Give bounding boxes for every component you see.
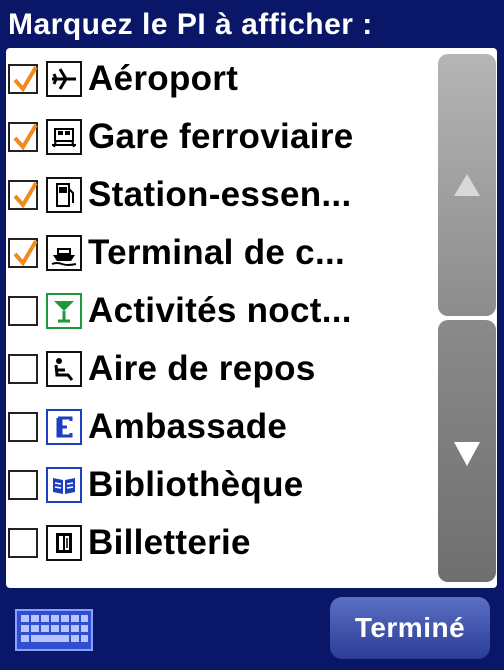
item-label: Bibliothèque [88,465,304,504]
open-book-icon [46,467,82,503]
checkbox[interactable] [8,470,38,500]
item-label: Aire de repos [88,349,316,388]
checkmark-icon [13,123,38,151]
done-button[interactable]: Terminé [330,597,490,659]
arrow-up-icon [454,174,480,196]
list-item-aeroport[interactable]: Aéroport [6,50,434,108]
list-item-terminal[interactable]: Terminal de c... [6,224,434,282]
list-item-station-essence[interactable]: Station-essen... [6,166,434,224]
list-item-aire-de-repos[interactable]: Aire de repos [6,340,434,398]
page-title: Marquez le PI à afficher : [8,8,373,41]
checkbox[interactable] [8,528,38,558]
list-item-bibliotheque[interactable]: Bibliothèque [6,456,434,514]
list-item-activites-nocturnes[interactable]: Activités noct... [6,282,434,340]
scroll-down-button[interactable] [438,320,496,582]
reclining-person-icon [46,351,82,387]
embassy-e-icon [46,409,82,445]
item-label: Ambassade [88,407,288,446]
item-label: Terminal de c... [88,233,346,272]
checkbox[interactable] [8,354,38,384]
checkmark-icon [13,181,38,209]
train-icon [46,119,82,155]
item-label: Activités noct... [88,291,352,330]
fuel-pump-icon [46,177,82,213]
list-item-billetterie[interactable]: Billetterie [6,514,434,572]
item-label: Billetterie [88,523,251,562]
scroll-up-button[interactable] [438,54,496,316]
keyboard-icon [15,609,93,651]
checkmark-icon [13,239,38,267]
list-item-ambassade[interactable]: Ambassade [6,398,434,456]
checkbox[interactable] [8,180,38,210]
poi-list-panel: Aéroport Gare ferroviaire Station-essen.… [6,48,497,588]
item-label: Aéroport [88,59,239,98]
cocktail-glass-icon [46,293,82,329]
checkbox[interactable] [8,64,38,94]
poi-selection-screen: Marquez le PI à afficher : Aéroport Gare… [0,0,504,670]
checkbox[interactable] [8,122,38,152]
list-item-gare-ferroviaire[interactable]: Gare ferroviaire [6,108,434,166]
checkmark-icon [13,65,38,93]
item-label: Gare ferroviaire [88,117,354,156]
item-label: Station-essen... [88,175,352,214]
ferry-icon [46,235,82,271]
checkbox[interactable] [8,412,38,442]
ticket-icon [46,525,82,561]
keyboard-button[interactable] [14,606,94,654]
airplane-icon [46,61,82,97]
arrow-down-icon [454,442,480,466]
checkbox[interactable] [8,296,38,326]
checkbox[interactable] [8,238,38,268]
poi-list: Aéroport Gare ferroviaire Station-essen.… [6,48,434,588]
